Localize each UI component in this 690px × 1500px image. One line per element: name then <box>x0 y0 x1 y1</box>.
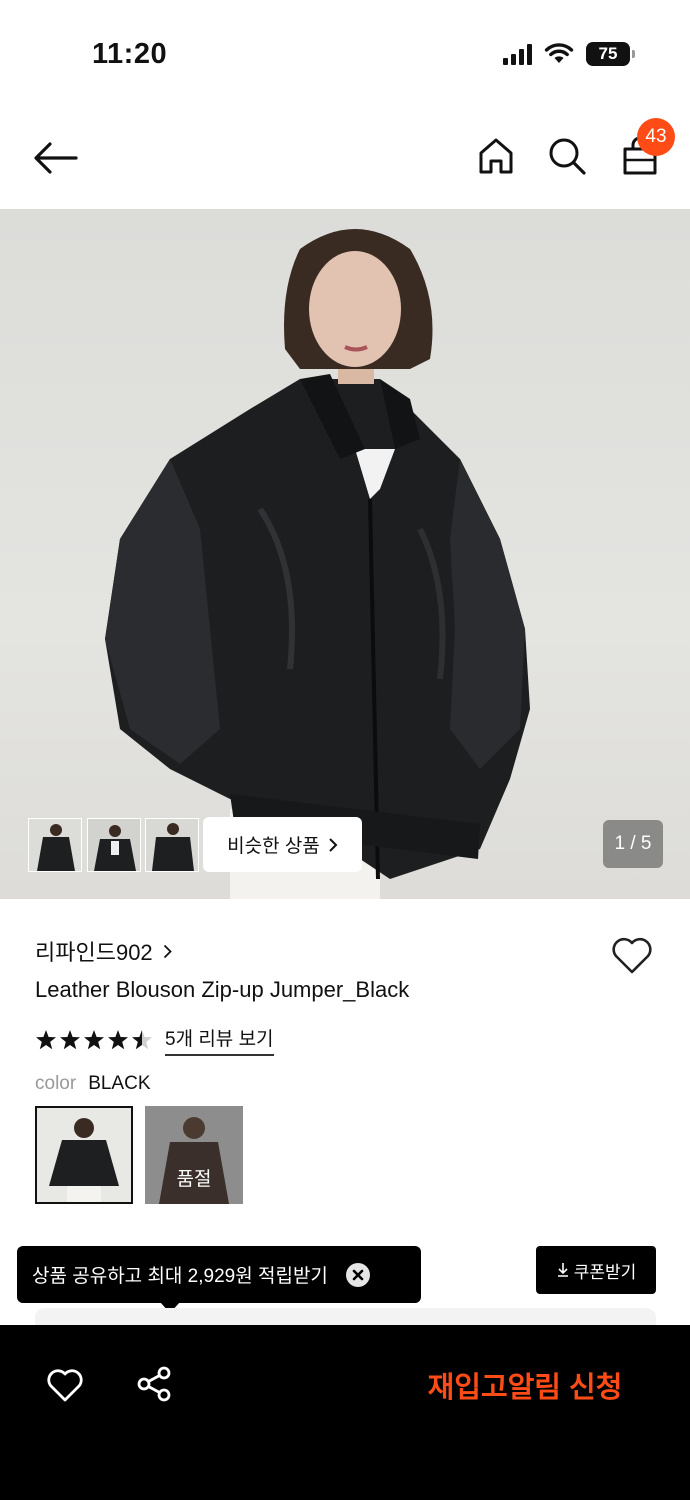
heart-icon[interactable] <box>46 1367 84 1403</box>
search-icon[interactable] <box>547 136 587 176</box>
home-icon[interactable] <box>476 136 516 176</box>
color-label: color <box>35 1073 77 1094</box>
wifi-icon <box>544 43 574 63</box>
share-icon[interactable] <box>135 1365 173 1403</box>
color-value: BLACK <box>88 1073 151 1094</box>
status-icons: 75 <box>503 42 635 66</box>
battery-level: 75 <box>598 44 618 63</box>
brand-name: 리파인드902 <box>35 940 153 965</box>
model-photo <box>105 229 530 899</box>
bottom-action-bar: 재입고알림 신청 <box>0 1325 690 1500</box>
share-reward-tooltip: 상품 공유하고 최대 2,929원 적립받기 <box>17 1246 421 1313</box>
share-reward-text: 상품 공유하고 최대 2,929원 적립받기 <box>32 1266 328 1287</box>
close-icon[interactable] <box>345 1262 370 1287</box>
color-swatch-black[interactable] <box>35 1106 133 1204</box>
hero-thumbnail-3[interactable] <box>145 818 199 872</box>
review-link[interactable]: 5개 리뷰 보기 <box>165 1024 274 1056</box>
rating-row: 5개 리뷰 보기 <box>35 1024 274 1056</box>
star-rating-icon <box>36 1030 152 1050</box>
hero-thumbnail-2[interactable] <box>87 818 141 872</box>
image-page-indicator: 1 / 5 <box>603 820 663 868</box>
status-bar: 11:20 75 <box>0 0 690 100</box>
cart-count-badge: 43 <box>637 118 675 156</box>
color-swatch-soldout[interactable]: 품절 <box>145 1106 243 1204</box>
swatch-image <box>37 1108 131 1202</box>
color-row: color BLACK <box>35 1073 151 1095</box>
chevron-right-icon <box>329 837 338 852</box>
similar-products-button[interactable]: 비슷한 상품 <box>203 817 362 872</box>
brand-link[interactable]: 리파인드902 <box>35 935 172 967</box>
product-hero-image[interactable] <box>0 209 690 899</box>
similar-products-label: 비슷한 상품 <box>227 836 320 857</box>
status-time: 11:20 <box>92 38 168 70</box>
download-icon <box>557 1263 568 1277</box>
cellular-signal-icon <box>503 43 532 65</box>
coupon-download-button[interactable]: 쿠폰받기 <box>536 1246 656 1294</box>
restock-alert-button[interactable]: 재입고알림 신청 <box>380 1355 670 1415</box>
coupon-label: 쿠폰받기 <box>573 1262 637 1282</box>
hero-thumbnail-1[interactable] <box>28 818 82 872</box>
soldout-label: 품절 <box>176 1169 212 1190</box>
chevron-right-icon <box>163 944 172 958</box>
product-name: Leather Blouson Zip-up Jumper_Black <box>35 977 410 1002</box>
battery-icon: 75 <box>586 42 635 66</box>
top-nav: 43 <box>0 110 690 206</box>
heart-icon[interactable] <box>610 935 654 975</box>
back-arrow-icon[interactable] <box>32 140 78 176</box>
